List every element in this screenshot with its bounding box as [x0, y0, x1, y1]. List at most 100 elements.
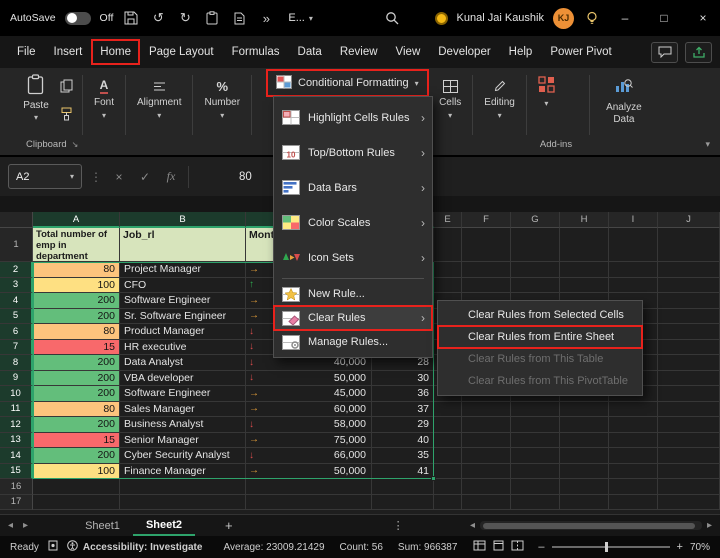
cell-B16[interactable]: [120, 479, 246, 495]
cell-A17[interactable]: [33, 495, 120, 511]
cell-C14[interactable]: ↓66,000: [246, 448, 372, 464]
cell-J11[interactable]: [658, 402, 720, 418]
cell-J9[interactable]: [658, 371, 720, 387]
row-header-5[interactable]: 5: [0, 309, 33, 325]
row-header-1[interactable]: 1: [0, 228, 33, 262]
cell-A15[interactable]: 100: [33, 464, 120, 480]
menu-tab-developer[interactable]: Developer: [429, 39, 499, 65]
cell-G2[interactable]: [511, 262, 560, 278]
menu-item-highlight-cells-rules[interactable]: Highlight Cells Rules›: [274, 100, 432, 135]
copy-icon[interactable]: [60, 79, 73, 98]
cell-E17[interactable]: [434, 495, 462, 511]
row-header-11[interactable]: 11: [0, 402, 33, 418]
cell-D14[interactable]: 35: [372, 448, 434, 464]
cell-J13[interactable]: [658, 433, 720, 449]
cell-A1[interactable]: Total number of emp in department: [33, 228, 120, 262]
number-group-button[interactable]: % Number ▾: [198, 78, 246, 155]
cell-A16[interactable]: [33, 479, 120, 495]
cell-A13[interactable]: 15: [33, 433, 120, 449]
status-sum[interactable]: Sum: 966387: [398, 542, 458, 553]
menu-tab-review[interactable]: Review: [331, 39, 387, 65]
editing-group-button[interactable]: Editing ▾: [478, 78, 521, 155]
col-header-A[interactable]: A: [33, 212, 120, 228]
sheet-tab-sheet2[interactable]: Sheet2: [133, 515, 195, 536]
cell-D10[interactable]: 36: [372, 386, 434, 402]
cell-J16[interactable]: [658, 479, 720, 495]
cell-C15[interactable]: →50,000: [246, 464, 372, 480]
cell-I15[interactable]: [609, 464, 658, 480]
cell-F13[interactable]: [462, 433, 511, 449]
enter-icon[interactable]: ✓: [136, 170, 154, 184]
cell-I12[interactable]: [609, 417, 658, 433]
cell-B15[interactable]: Finance Manager: [120, 464, 246, 480]
cell-B8[interactable]: Data Analyst: [120, 355, 246, 371]
cell-J15[interactable]: [658, 464, 720, 480]
menu-tab-insert[interactable]: Insert: [45, 39, 92, 65]
cell-I14[interactable]: [609, 448, 658, 464]
cell-B12[interactable]: Business Analyst: [120, 417, 246, 433]
insert-function-icon[interactable]: fx: [162, 169, 180, 184]
cell-H11[interactable]: [560, 402, 609, 418]
cell-G14[interactable]: [511, 448, 560, 464]
paste-button[interactable]: Paste ▾: [14, 74, 58, 122]
cell-B4[interactable]: Software Engineer: [120, 293, 246, 309]
cell-E1[interactable]: [434, 228, 462, 262]
cell-J10[interactable]: [658, 386, 720, 402]
menu-item-manage-rules[interactable]: Manage Rules...: [274, 330, 432, 354]
menu-tab-formulas[interactable]: Formulas: [223, 39, 289, 65]
cell-J1[interactable]: [658, 228, 720, 262]
cell-J7[interactable]: [658, 340, 720, 356]
cell-A4[interactable]: 200: [33, 293, 120, 309]
macro-record-icon[interactable]: [48, 540, 58, 554]
menu-item-clear-rules[interactable]: Clear Rules›: [274, 306, 432, 330]
cell-J4[interactable]: [658, 293, 720, 309]
cell-I2[interactable]: [609, 262, 658, 278]
collapse-ribbon-icon[interactable]: ▾: [705, 139, 710, 150]
name-box-resize-handle[interactable]: ⋮: [90, 170, 102, 184]
cell-A5[interactable]: 200: [33, 309, 120, 325]
sheet-options-icon[interactable]: ⋮: [393, 519, 404, 532]
row-header-16[interactable]: 16: [0, 479, 33, 495]
row-header-13[interactable]: 13: [0, 433, 33, 449]
cell-G11[interactable]: [511, 402, 560, 418]
alignment-group-button[interactable]: Alignment ▾: [131, 78, 187, 155]
cell-A2[interactable]: 80: [33, 262, 120, 278]
cell-F1[interactable]: [462, 228, 511, 262]
cell-C16[interactable]: [246, 479, 372, 495]
cell-B17[interactable]: [120, 495, 246, 511]
zoom-in-icon[interactable]: +: [677, 541, 683, 553]
col-header-F[interactable]: F: [462, 212, 511, 228]
cell-C13[interactable]: →75,000: [246, 433, 372, 449]
cell-J14[interactable]: [658, 448, 720, 464]
cell-E14[interactable]: [434, 448, 462, 464]
format-painter-icon[interactable]: [60, 107, 73, 126]
close-button[interactable]: ×: [688, 4, 718, 32]
row-header-4[interactable]: 4: [0, 293, 33, 309]
menu-tab-view[interactable]: View: [387, 39, 430, 65]
formula-input[interactable]: 80: [239, 171, 252, 183]
cell-B11[interactable]: Sales Manager: [120, 402, 246, 418]
zoom-slider-thumb[interactable]: [605, 542, 608, 552]
cell-B1[interactable]: Job_rl: [120, 228, 246, 262]
addins-button[interactable]: ▾: [532, 76, 561, 108]
cell-I3[interactable]: [609, 278, 658, 294]
zoom-slider[interactable]: [552, 546, 670, 548]
clipboard-icon[interactable]: [203, 7, 221, 29]
cancel-icon[interactable]: ×: [110, 170, 128, 184]
document-icon[interactable]: [230, 7, 248, 29]
cell-F3[interactable]: [462, 278, 511, 294]
cell-A14[interactable]: 200: [33, 448, 120, 464]
zoom-level[interactable]: 70%: [690, 542, 710, 553]
minimize-button[interactable]: –: [610, 4, 640, 32]
menu-tab-page-layout[interactable]: Page Layout: [140, 39, 223, 65]
cell-A8[interactable]: 200: [33, 355, 120, 371]
horizontal-scrollbar-thumb[interactable]: [483, 523, 695, 529]
cell-H15[interactable]: [560, 464, 609, 480]
cell-G13[interactable]: [511, 433, 560, 449]
cell-J3[interactable]: [658, 278, 720, 294]
cell-H3[interactable]: [560, 278, 609, 294]
analyze-data-button[interactable]: Analyze Data: [595, 78, 653, 155]
cell-A9[interactable]: 200: [33, 371, 120, 387]
cell-H1[interactable]: [560, 228, 609, 262]
cell-I1[interactable]: [609, 228, 658, 262]
